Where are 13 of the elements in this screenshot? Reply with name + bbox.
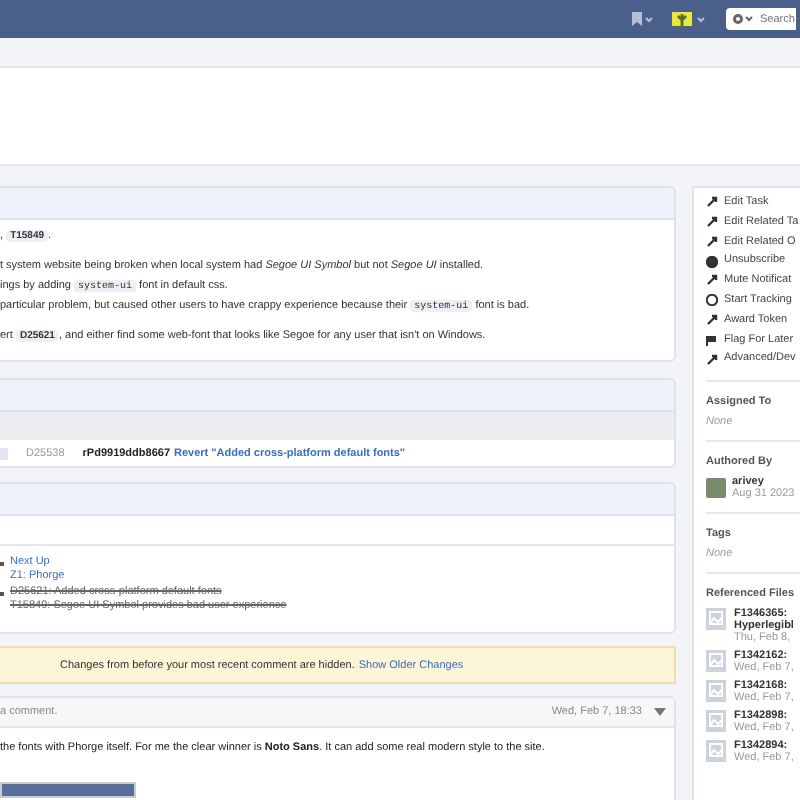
- bookmark-icon[interactable]: [632, 12, 654, 26]
- user-avatar-icon[interactable]: [672, 12, 708, 26]
- image-file-icon: [706, 649, 726, 672]
- flag-icon: [706, 333, 718, 346]
- pencil-icon: [706, 196, 718, 209]
- image-file-icon: [706, 709, 726, 732]
- image-file-icon: [706, 679, 726, 702]
- gear-icon[interactable]: [726, 8, 756, 30]
- image-placeholder: [0, 782, 136, 798]
- image-file-icon: [706, 607, 726, 630]
- caret-icon[interactable]: [654, 708, 666, 716]
- image-file-icon: [706, 739, 726, 762]
- user-avatar: [706, 477, 726, 498]
